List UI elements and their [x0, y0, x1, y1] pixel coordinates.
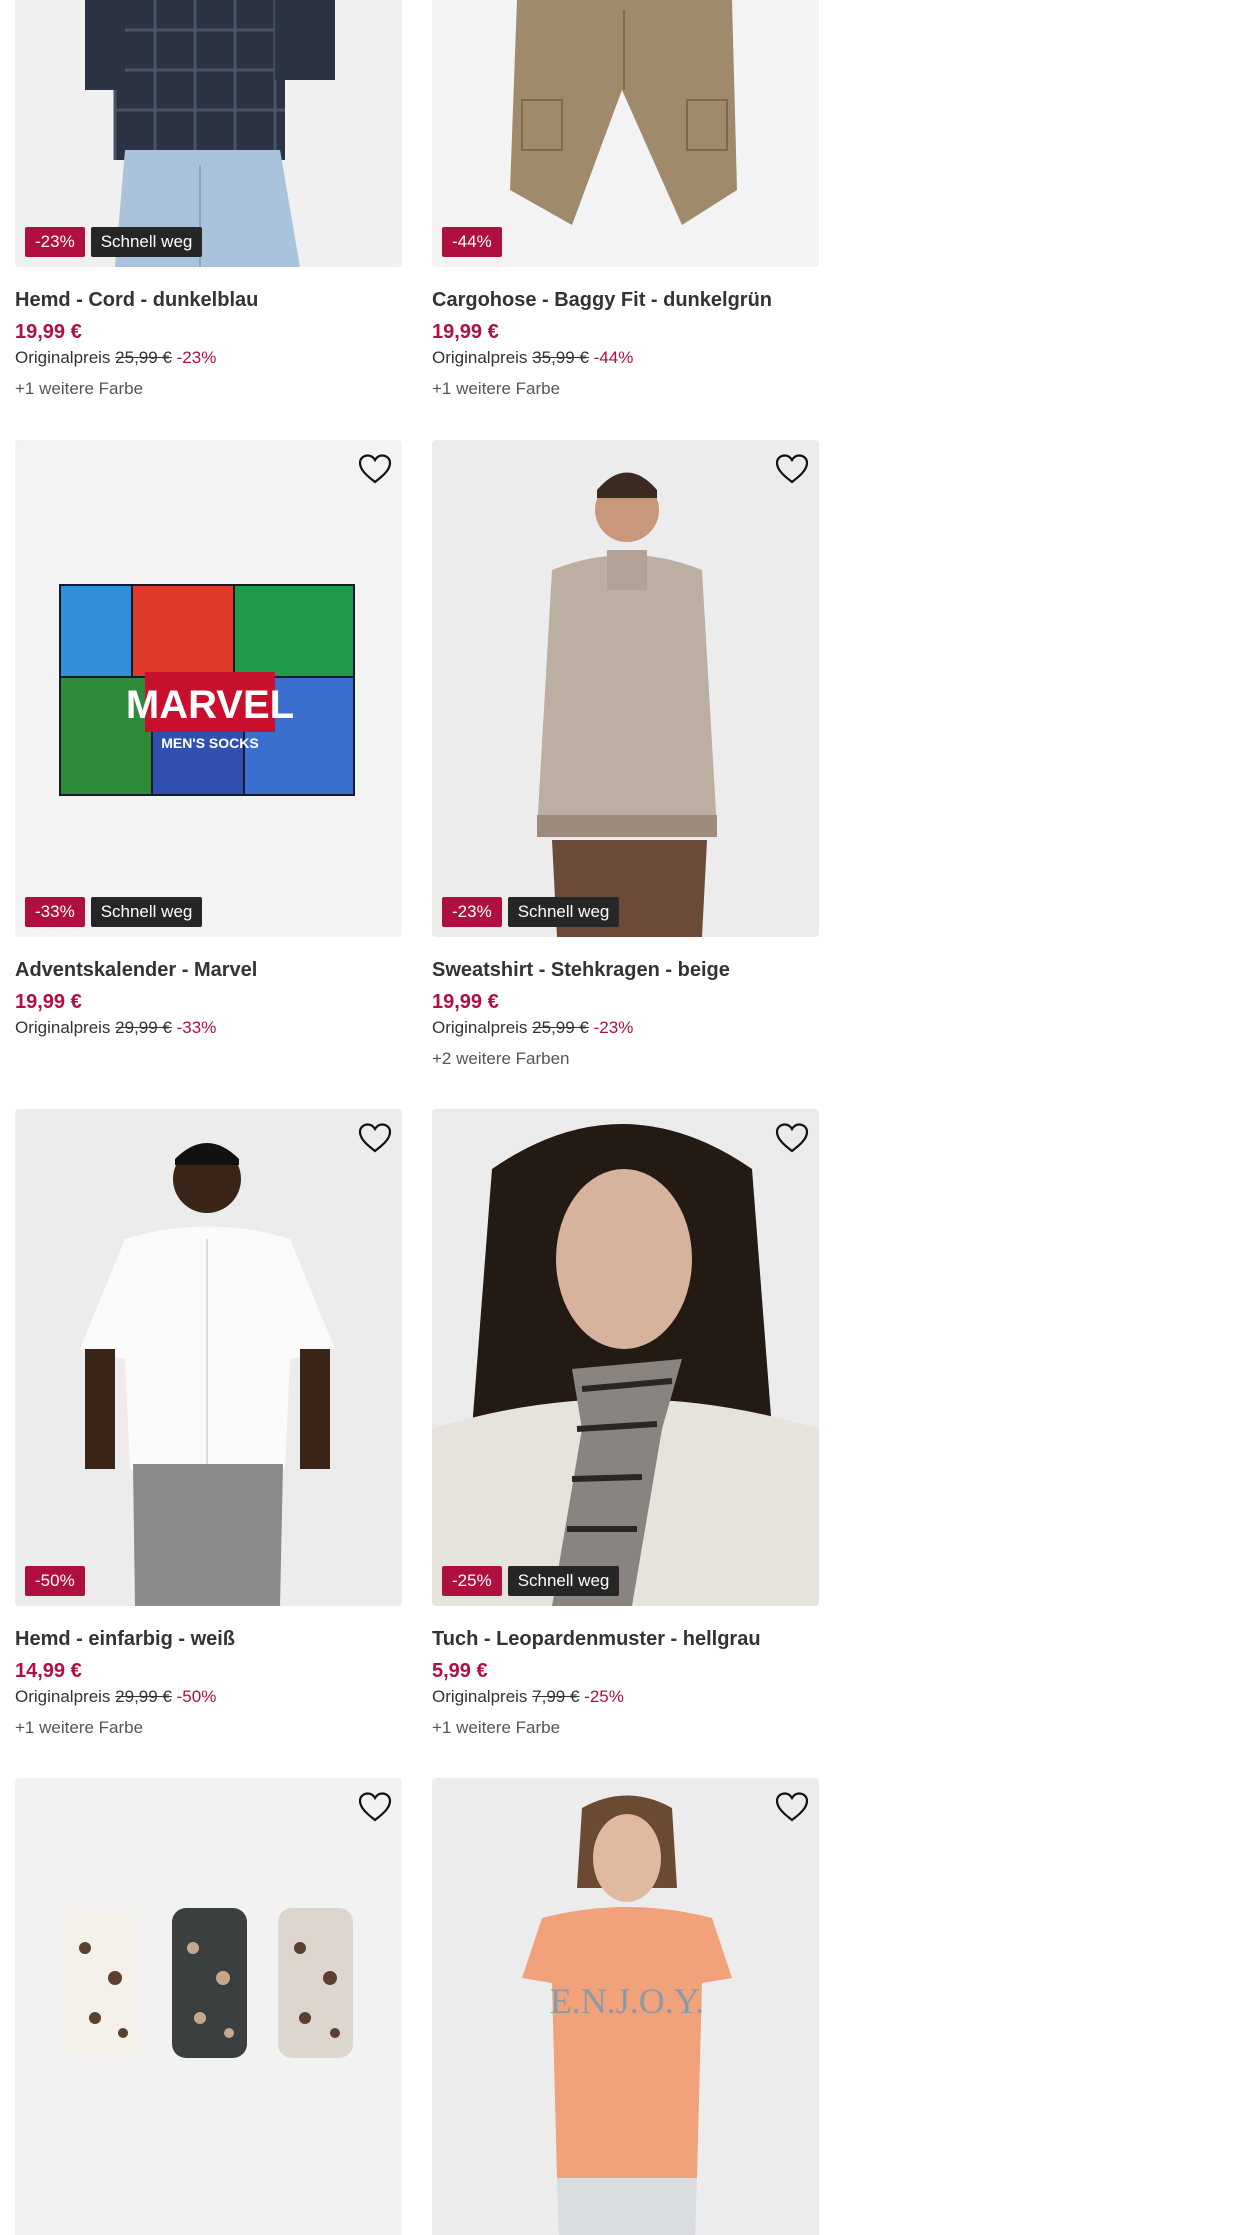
- product-card[interactable]: -23% Schnell weg Sweatshirt - Stehkragen…: [432, 440, 819, 1070]
- original-price-line: Originalpreis 29,99 € -33%: [15, 1017, 402, 1039]
- badge-group: -50%: [25, 1566, 85, 1596]
- discount-percent: -50%: [176, 1687, 217, 1706]
- heart-icon[interactable]: [358, 1123, 392, 1153]
- product-card[interactable]: MARVEL MEN'S SOCKS -33% Schnell weg Adve…: [15, 440, 402, 1039]
- more-colors[interactable]: +2 weitere Farben: [432, 1048, 819, 1070]
- discount-percent: -33%: [176, 1018, 217, 1037]
- product-photo-white-shirt: [15, 1109, 402, 1606]
- product-photo-sweatshirt: [432, 440, 819, 937]
- more-colors[interactable]: +1 weitere Farbe: [432, 1717, 819, 1739]
- original-price-line: Originalpreis 25,99 € -23%: [15, 347, 402, 369]
- discount-badge: -23%: [442, 897, 502, 927]
- original-price-line: Originalpreis 35,99 € -44%: [432, 347, 819, 369]
- product-image[interactable]: E.N.J.O.Y.: [432, 1778, 819, 2235]
- discount-percent: -23%: [176, 348, 217, 367]
- discount-badge: -50%: [25, 1566, 85, 1596]
- original-price-label: Originalpreis: [15, 1687, 111, 1706]
- original-price-line: Originalpreis 29,99 € -50%: [15, 1686, 402, 1708]
- product-title[interactable]: Hemd - Cord - dunkelblau: [15, 287, 402, 313]
- original-price: 29,99 €: [115, 1687, 172, 1706]
- original-price: 7,99 €: [532, 1687, 580, 1706]
- badge-group: -23% Schnell weg: [25, 227, 203, 257]
- discount-badge: -25%: [442, 1566, 502, 1596]
- marvel-subtitle: MEN'S SOCKS: [161, 735, 258, 751]
- product-image[interactable]: MARVEL MEN'S SOCKS -33% Schnell weg: [15, 440, 402, 937]
- original-price: 29,99 €: [115, 1018, 172, 1037]
- original-price-label: Originalpreis: [432, 348, 528, 367]
- product-price: 19,99 €: [432, 321, 499, 343]
- schnell-weg-badge: Schnell weg: [90, 227, 203, 257]
- original-price-label: Originalpreis: [432, 1018, 528, 1037]
- product-title[interactable]: Cargohose - Baggy Fit - dunkelgrün: [432, 287, 819, 313]
- product-image[interactable]: -25% Schnell weg: [432, 1109, 819, 1606]
- product-price: 19,99 €: [432, 991, 499, 1013]
- original-price-label: Originalpreis: [15, 1018, 111, 1037]
- product-title[interactable]: Hemd - einfarbig - weiß: [15, 1626, 402, 1652]
- original-price-line: Originalpreis 7,99 € -25%: [432, 1686, 819, 1708]
- original-price: 25,99 €: [115, 348, 172, 367]
- product-card[interactable]: -25% Schnell weg Tuch - Leopardenmuster …: [432, 1109, 819, 1739]
- product-card[interactable]: -44% Cargohose - Baggy Fit - dunkelgrün …: [432, 0, 819, 400]
- product-title[interactable]: Sweatshirt - Stehkragen - beige: [432, 957, 819, 983]
- discount-badge: -33%: [25, 897, 85, 927]
- original-price-label: Originalpreis: [432, 1687, 528, 1706]
- discount-badge: -23%: [25, 227, 85, 257]
- product-photo-socks: [15, 1778, 402, 2235]
- schnell-weg-badge: Schnell weg: [507, 1566, 620, 1596]
- more-colors[interactable]: +1 weitere Farbe: [15, 378, 402, 400]
- product-image[interactable]: -23% Schnell weg: [15, 0, 402, 267]
- heart-icon[interactable]: [775, 1123, 809, 1153]
- discount-percent: -23%: [593, 1018, 634, 1037]
- more-colors[interactable]: +1 weitere Farbe: [15, 1717, 402, 1739]
- schnell-weg-badge: Schnell weg: [507, 897, 620, 927]
- product-image[interactable]: -50%: [15, 1109, 402, 1606]
- discount-percent: -25%: [584, 1687, 624, 1706]
- product-card[interactable]: E.N.J.O.Y.: [432, 1778, 819, 2235]
- original-price: 25,99 €: [532, 1018, 589, 1037]
- heart-icon[interactable]: [358, 454, 392, 484]
- product-card[interactable]: -23% Schnell weg Hemd - Cord - dunkelbla…: [15, 0, 402, 400]
- heart-icon[interactable]: [775, 454, 809, 484]
- heart-icon[interactable]: [775, 1792, 809, 1822]
- marvel-logo: MARVEL: [126, 683, 294, 727]
- product-photo-marvel-calendar: MARVEL MEN'S SOCKS: [15, 440, 402, 937]
- product-card[interactable]: -50% Hemd - einfarbig - weiß 14,99 € Ori…: [15, 1109, 402, 1739]
- discount-badge: -44%: [442, 227, 502, 257]
- badge-group: -23% Schnell weg: [442, 897, 620, 927]
- product-image[interactable]: -23% Schnell weg: [432, 440, 819, 937]
- badge-group: -33% Schnell weg: [25, 897, 203, 927]
- product-price: 14,99 €: [15, 1660, 82, 1682]
- discount-percent: -44%: [593, 348, 634, 367]
- original-price-line: Originalpreis 25,99 € -23%: [432, 1017, 819, 1039]
- product-title[interactable]: Tuch - Leopardenmuster - hellgrau: [432, 1626, 819, 1652]
- product-photo-scarf: [432, 1109, 819, 1606]
- product-image[interactable]: [15, 1778, 402, 2235]
- badge-group: -25% Schnell weg: [442, 1566, 620, 1596]
- schnell-weg-badge: Schnell weg: [90, 897, 203, 927]
- product-image[interactable]: -44%: [432, 0, 819, 267]
- badge-group: -44%: [442, 227, 502, 257]
- tshirt-print-text: E.N.J.O.Y.: [550, 1981, 704, 2021]
- product-photo-tshirt: E.N.J.O.Y.: [432, 1778, 819, 2235]
- more-colors[interactable]: +1 weitere Farbe: [432, 378, 819, 400]
- product-price: 19,99 €: [15, 991, 82, 1013]
- product-card[interactable]: [15, 1778, 402, 2235]
- original-price-label: Originalpreis: [15, 348, 111, 367]
- original-price: 35,99 €: [532, 348, 589, 367]
- product-price: 5,99 €: [432, 1660, 488, 1682]
- product-title[interactable]: Adventskalender - Marvel: [15, 957, 402, 983]
- heart-icon[interactable]: [358, 1792, 392, 1822]
- product-price: 19,99 €: [15, 321, 82, 343]
